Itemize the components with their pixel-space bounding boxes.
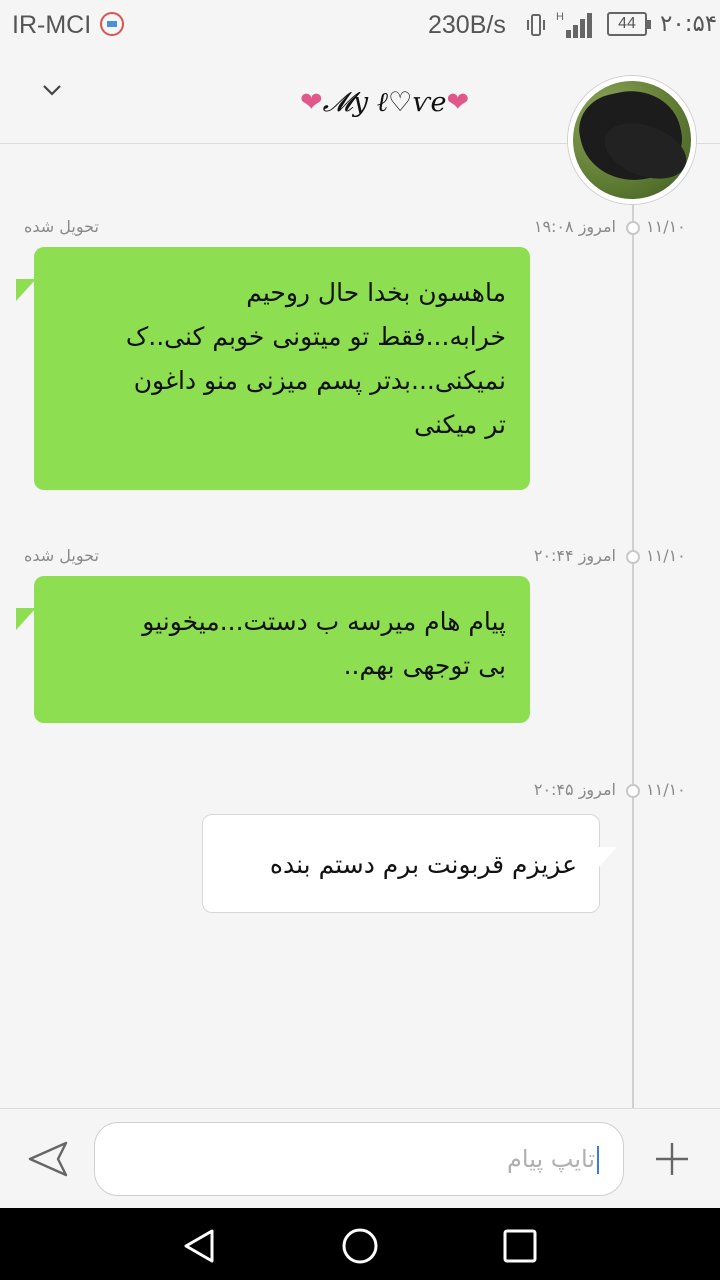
message-time: امروز ۲۰:۴۵ xyxy=(533,780,616,799)
status-bar: IR-MCI 230B/s H 44 ۲۰:۵۴ xyxy=(0,0,720,52)
battery-icon: 44 xyxy=(607,12,651,36)
timeline-dot xyxy=(626,784,640,798)
carrier-name: IR-MCI xyxy=(12,11,92,39)
message-meta: تحویل شده امروز ۱۹:۰۸ ۱۱/۱۰ xyxy=(0,216,720,242)
vibrate-icon xyxy=(527,14,545,36)
contact-name[interactable]: ❤𝓜y ℓ♡ѵe❤ xyxy=(300,87,560,119)
message-bubble-sent[interactable]: پیام هام میرسه ب دستت...میخونیو بی توجهی… xyxy=(34,576,530,723)
signal-icon: H xyxy=(556,11,592,38)
recents-icon[interactable] xyxy=(500,1226,540,1266)
send-icon[interactable] xyxy=(26,1141,70,1177)
svg-text:H: H xyxy=(556,11,564,23)
chat-header: ❤𝓜y ℓ♡ѵe❤ xyxy=(0,52,720,204)
navigation-bar xyxy=(0,1208,720,1280)
message-input[interactable]: تایپ پیام xyxy=(94,1122,624,1196)
home-icon[interactable] xyxy=(340,1226,380,1266)
heart-icon: ❤ xyxy=(446,87,470,118)
text-cursor xyxy=(597,1146,599,1174)
app-notification-icon xyxy=(100,12,124,36)
plus-icon[interactable] xyxy=(652,1139,692,1179)
back-icon[interactable] xyxy=(180,1226,220,1266)
message-date: ۱۱/۱۰ xyxy=(646,780,686,799)
message-time: امروز ۲۰:۴۴ xyxy=(533,546,616,565)
timeline-dot xyxy=(626,221,640,235)
avatar[interactable] xyxy=(568,76,696,204)
message-meta: امروز ۲۰:۴۵ ۱۱/۱۰ xyxy=(0,779,720,805)
compose-bar: تایپ پیام xyxy=(0,1108,720,1208)
delivery-status: تحویل شده xyxy=(24,546,99,565)
message-list[interactable]: تحویل شده امروز ۱۹:۰۸ ۱۱/۱۰ ماهسون بخدا … xyxy=(0,145,720,1108)
chevron-down-icon[interactable] xyxy=(40,78,64,102)
message-date: ۱۱/۱۰ xyxy=(646,546,686,565)
timeline-line xyxy=(632,205,634,1108)
message-date: ۱۱/۱۰ xyxy=(646,217,686,236)
message-bubble-received[interactable]: عزیزم قربونت برم دستم بنده xyxy=(202,814,617,913)
heart-icon: ❤ xyxy=(300,87,323,118)
message-bubble-sent[interactable]: ماهسون بخدا حال روحیم خرابه...فقط تو میت… xyxy=(34,247,530,490)
timeline-dot xyxy=(626,550,640,564)
delivery-status: تحویل شده xyxy=(24,217,99,236)
message-meta: تحویل شده امروز ۲۰:۴۴ ۱۱/۱۰ xyxy=(0,545,720,571)
message-time: امروز ۱۹:۰۸ xyxy=(533,217,616,236)
clock: ۲۰:۵۴ xyxy=(660,11,718,37)
contact-name-text: 𝓜y ℓ♡ѵe xyxy=(322,87,447,118)
message-input-placeholder: تایپ پیام xyxy=(507,1145,595,1173)
network-speed: 230B/s xyxy=(428,11,506,39)
